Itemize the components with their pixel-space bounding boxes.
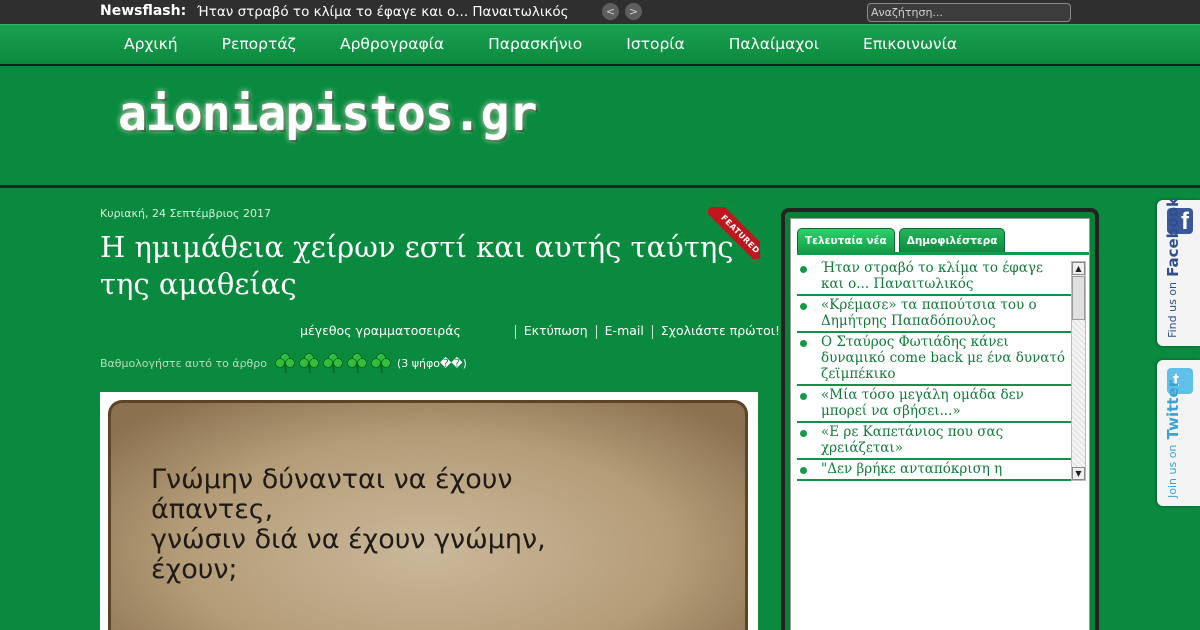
tabs-underline [797, 252, 1089, 255]
facebook-follow-text: Find us on Facebook [1164, 197, 1182, 338]
quote-line: γνώσιν διά να έχουν γνώμην, [151, 524, 546, 555]
newsflash-next-button[interactable]: > [625, 3, 642, 20]
nav-item-veterans[interactable]: Παλαίμαχοι [729, 35, 819, 53]
clover-rating-icon[interactable] [321, 352, 345, 374]
nav-item-history[interactable]: Ιστορία [626, 35, 685, 53]
quote-line: άπαντες, [151, 494, 274, 525]
article-date: Κυριακή, 24 Σεπτέμβριος 2017 [100, 207, 271, 220]
email-link[interactable]: E-mail [605, 323, 644, 338]
newsflash-label: Newsflash: [100, 3, 187, 19]
newsflash-headline[interactable]: Ήταν στραβό το κλίμα το έφαγε και ο... Π… [197, 4, 569, 20]
newsflash-bar: Newsflash: Ήταν στραβό το κλίμα το έφαγε… [0, 0, 1200, 24]
main-nav: Αρχική Ρεπορτάζ Αρθρογραφία Παρασκήνιο Ι… [0, 24, 1200, 66]
article-rating: Βαθμολογήστε αυτό το άρθρο (3 ψήφο��) [100, 352, 467, 374]
tools-divider [595, 324, 597, 339]
image-quote: Γνώμην δύνανται να έχουν άπαντες, γνώσιν… [151, 465, 546, 585]
news-list-item[interactable]: «Ε ρε Καπετάνιος που σας χρειάζεται» [797, 423, 1071, 460]
news-scrollbar[interactable]: ▲ ▼ [1071, 261, 1086, 481]
facebook-follow-tab[interactable]: f Find us on Facebook [1157, 197, 1200, 346]
news-list-item[interactable]: "Δεν βρήκε ανταπόκριση η [797, 460, 1071, 481]
article-image: Γνώμην δύνανται να έχουν άπαντες, γνώσιν… [100, 392, 758, 630]
news-tabs: Τελευταία νέα Δημοφιλέστερα [797, 228, 1009, 252]
clover-rating-icon[interactable] [297, 352, 321, 374]
tools-divider [651, 324, 653, 339]
tab-latest-news[interactable]: Τελευταία νέα [797, 228, 895, 252]
scroll-thumb[interactable] [1072, 276, 1085, 320]
print-link[interactable]: Εκτύπωση [524, 323, 588, 338]
sidebar-news-widget: Τελευταία νέα Δημοφιλέστερα Ήταν στραβό … [781, 208, 1099, 630]
clover-rating-icon[interactable] [369, 352, 393, 374]
scroll-down-icon[interactable]: ▼ [1072, 467, 1085, 480]
article-tools: μέγεθος γραμματοσειράς Εκτύπωση E-mail Σχολ… [300, 323, 780, 339]
comment-link[interactable]: Σχολιάστε πρώτοι! [661, 323, 780, 338]
newsflash-prev-button[interactable]: < [602, 3, 619, 20]
font-size-control[interactable]: μέγεθος γραμματοσειράς [300, 323, 461, 338]
rating-label: Βαθμολογήστε αυτό το άρθρο [100, 356, 268, 370]
nav-item-home[interactable]: Αρχική [124, 35, 178, 53]
twitter-follow-text: Join us on Twitter [1164, 380, 1182, 498]
nav-item-articles[interactable]: Αρθρογραφία [340, 35, 444, 53]
article-title: Η ημιμάθεια χείρων εστί και αυτής ταύτης… [100, 230, 734, 301]
news-list-item[interactable]: «Κρέμασε» τα παπούτσια του ο Δημήτρης Πα… [797, 296, 1071, 333]
nav-item-backstage[interactable]: Παρασκήνιο [488, 35, 582, 53]
quote-line: έχουν; [151, 554, 238, 585]
news-list-item[interactable]: Ήταν στραβό το κλίμα το έφαγε και ο... Π… [797, 259, 1071, 296]
news-list: Ήταν στραβό το κλίμα το έφαγε και ο... Π… [797, 259, 1071, 481]
twitter-follow-tab[interactable]: t Join us on Twitter [1157, 360, 1200, 506]
tab-most-popular[interactable]: Δημοφιλέστερα [898, 228, 1006, 252]
parchment-image: Γνώμην δύνανται να έχουν άπαντες, γνώσιν… [108, 400, 748, 630]
scroll-up-icon[interactable]: ▲ [1072, 262, 1085, 275]
rating-votes: (3 ψήφο��) [397, 356, 467, 370]
news-list-item[interactable]: Ο Σταύρος Φωτιάδης κάνει δυναμικό come b… [797, 333, 1071, 386]
site-header: aioniapistos.gr [0, 66, 1200, 188]
nav-item-reportage[interactable]: Ρεπορτάζ [222, 35, 296, 53]
nav-item-contact[interactable]: Επικοινωνία [863, 35, 957, 53]
search-input[interactable] [867, 3, 1071, 22]
rating-clovers [273, 352, 393, 374]
clover-rating-icon[interactable] [273, 352, 297, 374]
site-logo[interactable]: aioniapistos.gr [118, 86, 537, 142]
news-panel: Τελευταία νέα Δημοφιλέστερα Ήταν στραβό … [790, 218, 1090, 630]
quote-line: Γνώμην δύνανται να έχουν [151, 464, 513, 495]
clover-rating-icon[interactable] [345, 352, 369, 374]
news-list-item[interactable]: «Μία τόσο μεγάλη ομάδα δεν μπορεί να σβή… [797, 386, 1071, 423]
tools-divider [514, 324, 516, 339]
